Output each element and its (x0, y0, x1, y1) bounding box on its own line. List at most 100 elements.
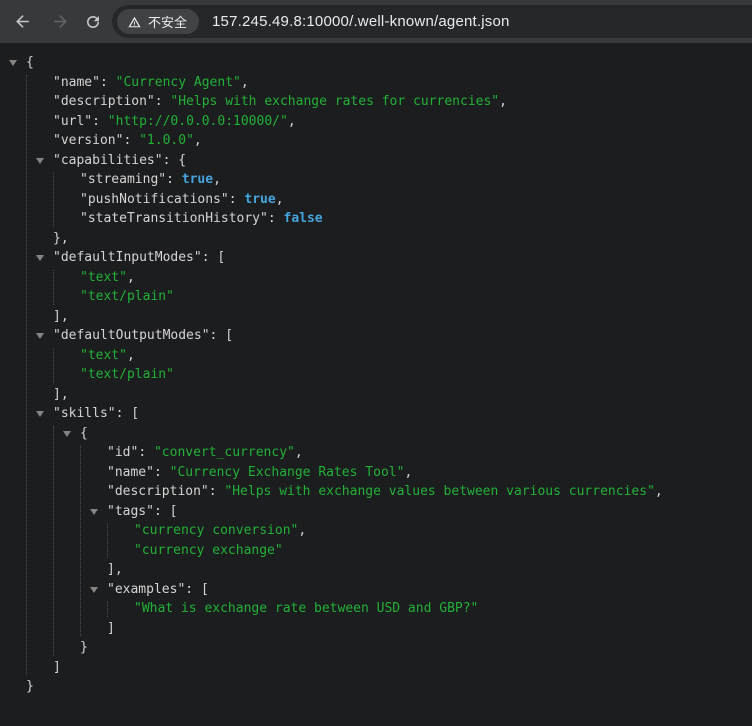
json-value: "Currency Agent" (115, 74, 241, 90)
json-line: "text", (0, 346, 752, 366)
json-key: "description" (107, 484, 209, 499)
json-value: "currency exchange" (134, 542, 283, 558)
json-value: "convert_currency" (153, 445, 295, 460)
json-line: "text", (0, 268, 752, 288)
json-comma: , (294, 445, 303, 460)
json-comma: , (499, 94, 507, 109)
json-bracket: [ (169, 503, 178, 519)
json-line: "pushNotifications": true, (0, 190, 752, 210)
json-key: "defaultOutputModes" (53, 328, 210, 343)
json-line: "defaultOutputModes": [ (0, 326, 752, 346)
address-bar[interactable]: 不安全 157.245.49.8:10000/.well-known/agent… (112, 5, 752, 38)
json-bracket: } (26, 679, 34, 694)
json-colon: : (166, 172, 182, 187)
collapse-toggle-icon[interactable] (36, 255, 44, 261)
json-value: "1.0.0" (139, 133, 194, 148)
json-line: "name": "Currency Agent", (0, 73, 752, 93)
json-line: "capabilities": { (0, 151, 752, 171)
browser-toolbar: 不安全 157.245.49.8:10000/.well-known/agent… (0, 0, 752, 43)
collapse-toggle-icon[interactable] (63, 430, 71, 437)
json-line: "description": "Helps with exchange rate… (0, 92, 752, 112)
json-colon: : (201, 250, 218, 265)
json-key: "pushNotifications" (80, 191, 229, 207)
json-bracket: { (80, 425, 88, 441)
json-value: "Helps with exchange values between vari… (224, 484, 655, 499)
json-line: } (0, 677, 752, 697)
collapse-toggle-icon[interactable] (90, 586, 98, 593)
json-colon: : (267, 211, 284, 226)
json-bracket: [ (200, 581, 209, 597)
security-chip-label: 不安全 (148, 15, 188, 30)
collapse-toggle-icon[interactable] (36, 411, 44, 417)
json-bracket: ] (107, 620, 115, 636)
json-line: "id": "convert_currency", (0, 443, 752, 463)
json-line: ], (0, 560, 752, 580)
forward-button[interactable] (45, 7, 75, 37)
json-colon: : (92, 113, 108, 129)
back-arrow-icon (15, 15, 29, 28)
json-line: "currency conversion", (0, 521, 752, 541)
json-bracket: ] (53, 659, 61, 675)
security-chip[interactable]: 不安全 (117, 9, 200, 34)
json-line: "description": "Helps with exchange valu… (0, 482, 752, 502)
json-bracket: [ (225, 328, 234, 343)
json-line: "name": "Currency Exchange Rates Tool", (0, 463, 752, 483)
json-colon: : (123, 133, 140, 148)
json-value: "text/plain" (80, 289, 174, 304)
collapse-toggle-icon[interactable] (36, 157, 44, 164)
json-key: "examples" (107, 581, 186, 597)
json-value: "text/plain" (80, 367, 174, 382)
json-key: "id" (107, 445, 139, 460)
json-line: }, (0, 229, 752, 249)
json-line: "text/plain" (0, 287, 752, 307)
json-colon: : (208, 484, 225, 499)
json-comma: , (213, 172, 221, 187)
collapse-toggle-icon[interactable] (9, 60, 17, 66)
json-line: ], (0, 307, 752, 327)
json-colon: : (228, 191, 245, 207)
json-comma: , (298, 523, 307, 538)
json-key: "streaming" (80, 172, 167, 187)
json-colon: : (185, 581, 201, 597)
forward-arrow-icon (53, 15, 67, 28)
json-line: } (0, 638, 752, 658)
json-colon: : (99, 74, 116, 90)
json-colon: : (153, 503, 170, 519)
json-comma: , (126, 269, 135, 285)
json-comma: , (404, 464, 413, 480)
json-viewer: {"name": "Currency Agent", "description":… (0, 43, 752, 726)
json-line: "version": "1.0.0", (0, 131, 752, 151)
json-value: "Currency Exchange Rates Tool" (169, 464, 405, 480)
json-line: "currency exchange" (0, 541, 752, 561)
json-key: "skills" (53, 406, 116, 421)
json-colon: : (162, 152, 179, 168)
json-colon: : (209, 328, 226, 343)
json-key: "name" (53, 74, 100, 90)
json-key: "url" (53, 113, 93, 129)
json-line: "skills": [ (0, 404, 752, 424)
json-comma: , (193, 133, 202, 148)
url-text[interactable]: 157.245.49.8:10000/.well-known/agent.jso… (212, 13, 510, 30)
reload-button[interactable] (78, 7, 108, 37)
json-bracket: [ (131, 406, 140, 421)
json-comma: , (240, 74, 249, 90)
json-value: true (181, 172, 214, 187)
warning-triangle-icon (128, 16, 141, 27)
json-line: ] (0, 658, 752, 678)
json-comma: , (275, 191, 284, 207)
back-button[interactable] (7, 7, 37, 37)
json-line: ] (0, 619, 752, 639)
json-bracket: { (26, 55, 34, 70)
json-bracket: [ (217, 250, 226, 265)
json-line: "text/plain" (0, 365, 752, 385)
json-line: { (0, 424, 752, 444)
json-line: "defaultInputModes": [ (0, 248, 752, 268)
json-value: "currency conversion" (134, 523, 299, 538)
json-line: { (0, 53, 752, 73)
json-line: "What is exchange rate between USD and G… (0, 599, 752, 619)
collapse-toggle-icon[interactable] (90, 508, 98, 515)
collapse-toggle-icon[interactable] (36, 333, 44, 339)
json-line: "examples": [ (0, 580, 752, 600)
json-bracket: ], (53, 308, 69, 324)
json-line: "url": "http://0.0.0.0:10000/", (0, 112, 752, 132)
